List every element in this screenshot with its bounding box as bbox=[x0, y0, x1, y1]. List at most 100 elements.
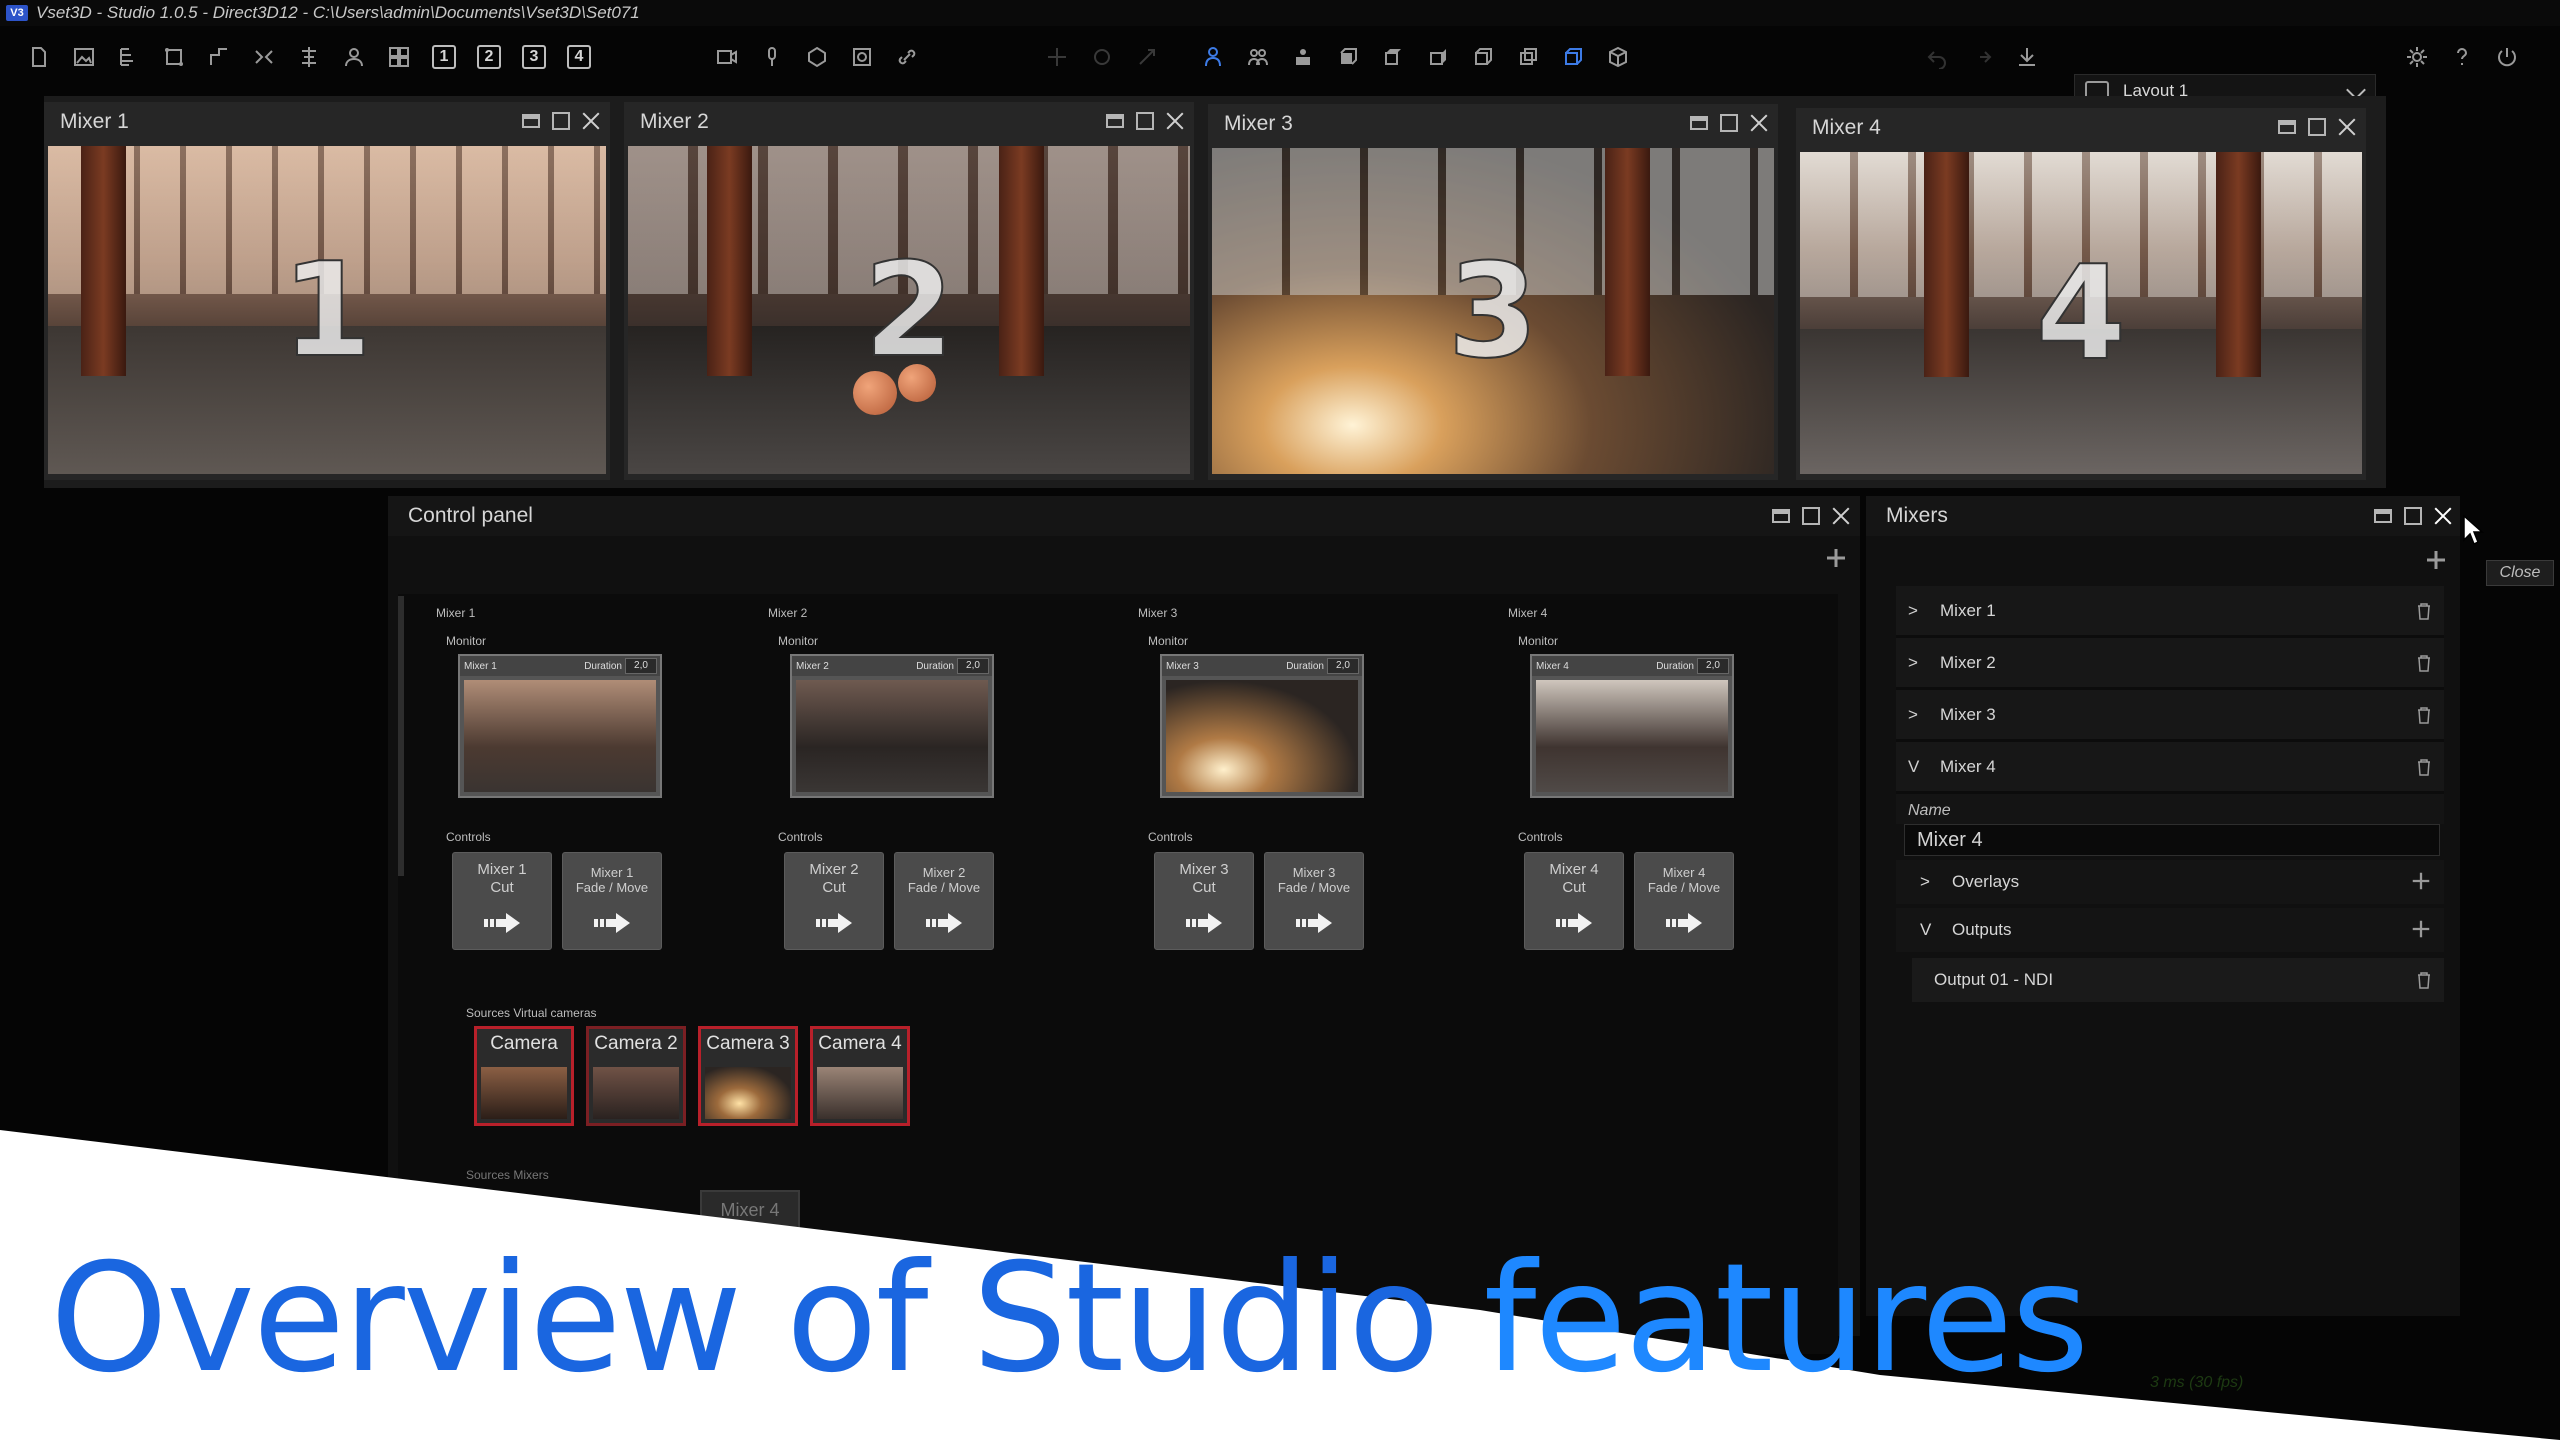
camera-source-1[interactable]: Camera bbox=[474, 1026, 574, 1126]
layout-2-button[interactable]: 2 bbox=[472, 40, 506, 74]
minimize-icon[interactable] bbox=[522, 114, 540, 128]
maximize-icon[interactable] bbox=[1720, 114, 1738, 132]
add-output-icon[interactable] bbox=[2410, 918, 2432, 940]
cube-blue-icon[interactable] bbox=[1556, 40, 1590, 74]
actors-icon[interactable] bbox=[1241, 40, 1275, 74]
mixer-cut-button[interactable]: Mixer 1 Cut bbox=[452, 852, 552, 950]
align-icon[interactable] bbox=[292, 40, 326, 74]
redo-icon[interactable] bbox=[1965, 40, 1999, 74]
minimize-icon[interactable] bbox=[1772, 509, 1790, 523]
mixer-cut-button[interactable]: Mixer 4 Cut bbox=[1524, 852, 1624, 950]
cube-back-icon[interactable] bbox=[1466, 40, 1500, 74]
close-icon[interactable] bbox=[1750, 114, 1768, 132]
minimize-icon[interactable] bbox=[2374, 509, 2392, 523]
layout-1-button[interactable]: 1 bbox=[427, 40, 461, 74]
add-overlay-icon[interactable] bbox=[2410, 870, 2432, 892]
box-icon[interactable] bbox=[1601, 40, 1635, 74]
hierarchy-icon[interactable] bbox=[112, 40, 146, 74]
mixer-viewport[interactable]: 1 bbox=[48, 146, 606, 474]
mixer-viewport[interactable]: 3 bbox=[1212, 148, 1774, 474]
maximize-icon[interactable] bbox=[2308, 118, 2326, 136]
split-icon[interactable] bbox=[247, 40, 281, 74]
cube-side-icon[interactable] bbox=[1421, 40, 1455, 74]
mixer-fade-button[interactable]: Mixer 4 Fade / Move bbox=[1634, 852, 1734, 950]
undo-icon[interactable] bbox=[1920, 40, 1954, 74]
texture-icon[interactable] bbox=[845, 40, 879, 74]
transform-icon[interactable] bbox=[157, 40, 191, 74]
mixer-viewport[interactable]: 2 bbox=[628, 146, 1190, 474]
duration-label: Duration bbox=[1656, 660, 1694, 672]
actor-blue-icon[interactable] bbox=[1196, 40, 1230, 74]
close-icon[interactable] bbox=[582, 112, 600, 130]
download-icon[interactable] bbox=[2010, 40, 2044, 74]
microphone-icon[interactable] bbox=[755, 40, 789, 74]
close-icon[interactable] bbox=[2434, 507, 2452, 525]
move-icon[interactable] bbox=[1040, 40, 1074, 74]
path-icon[interactable] bbox=[202, 40, 236, 74]
object-icon[interactable] bbox=[800, 40, 834, 74]
monitor-preview[interactable]: Mixer 3 Duration 2,0 bbox=[1160, 654, 1364, 798]
mixer-fade-button[interactable]: Mixer 3 Fade / Move bbox=[1264, 852, 1364, 950]
group-icon[interactable] bbox=[1286, 40, 1320, 74]
link-icon[interactable] bbox=[890, 40, 924, 74]
camera-source-4[interactable]: Camera 4 bbox=[810, 1026, 910, 1126]
power-icon[interactable] bbox=[2490, 40, 2524, 74]
rotate-icon[interactable] bbox=[1085, 40, 1119, 74]
help-icon[interactable] bbox=[2445, 40, 2479, 74]
overlays-section[interactable]: > Overlays bbox=[1896, 860, 2444, 904]
mixer-window-1: Mixer 1 1 bbox=[44, 102, 610, 480]
mixer-list-item-1[interactable]: > Mixer 1 bbox=[1896, 586, 2444, 638]
scale-icon[interactable] bbox=[1130, 40, 1164, 74]
maximize-icon[interactable] bbox=[1136, 112, 1154, 130]
mixer-fade-button[interactable]: Mixer 2 Fade / Move bbox=[894, 852, 994, 950]
monitor-preview[interactable]: Mixer 4 Duration 2,0 bbox=[1530, 654, 1734, 798]
cube-front-icon[interactable] bbox=[1331, 40, 1365, 74]
vertical-scrollbar[interactable] bbox=[398, 596, 404, 876]
cube-bottom-icon[interactable] bbox=[1511, 40, 1545, 74]
video-camera-icon[interactable] bbox=[710, 40, 744, 74]
mixer-list-item-2[interactable]: > Mixer 2 bbox=[1896, 638, 2444, 690]
mixer-source-partial[interactable]: Mixer 4 bbox=[700, 1190, 800, 1230]
trash-icon[interactable] bbox=[2416, 706, 2432, 724]
minimize-icon[interactable] bbox=[1106, 114, 1124, 128]
minimize-icon[interactable] bbox=[1690, 116, 1708, 130]
grid-icon[interactable] bbox=[382, 40, 416, 74]
settings-icon[interactable] bbox=[2400, 40, 2434, 74]
trash-icon[interactable] bbox=[2416, 758, 2432, 776]
monitor-preview[interactable]: Mixer 1 Duration 2,0 bbox=[458, 654, 662, 798]
close-icon[interactable] bbox=[1166, 112, 1184, 130]
trash-icon[interactable] bbox=[2416, 602, 2432, 620]
duration-input[interactable]: 2,0 bbox=[625, 658, 657, 674]
user-icon[interactable] bbox=[337, 40, 371, 74]
maximize-icon[interactable] bbox=[1802, 507, 1820, 525]
trash-icon[interactable] bbox=[2416, 654, 2432, 672]
duration-input[interactable]: 2,0 bbox=[1697, 658, 1729, 674]
mixer-cut-button[interactable]: Mixer 2 Cut bbox=[784, 852, 884, 950]
maximize-icon[interactable] bbox=[552, 112, 570, 130]
layout-3-button[interactable]: 3 bbox=[517, 40, 551, 74]
image-icon[interactable] bbox=[67, 40, 101, 74]
duration-input[interactable]: 2,0 bbox=[957, 658, 989, 674]
cube-top-icon[interactable] bbox=[1376, 40, 1410, 74]
mixer-fade-button[interactable]: Mixer 1 Fade / Move bbox=[562, 852, 662, 950]
mixer-viewport[interactable]: 4 bbox=[1800, 152, 2362, 474]
close-icon[interactable] bbox=[2338, 118, 2356, 136]
add-mixer-icon[interactable] bbox=[2424, 548, 2448, 577]
maximize-icon[interactable] bbox=[2404, 507, 2422, 525]
add-icon[interactable] bbox=[1824, 546, 1848, 575]
output-list-item[interactable]: Output 01 - NDI bbox=[1912, 958, 2444, 1002]
mixer-cut-button[interactable]: Mixer 3 Cut bbox=[1154, 852, 1254, 950]
mixer-list-item-4[interactable]: V Mixer 4 bbox=[1896, 742, 2444, 794]
camera-source-2[interactable]: Camera 2 bbox=[586, 1026, 686, 1126]
outputs-section[interactable]: V Outputs bbox=[1896, 908, 2444, 952]
close-icon[interactable] bbox=[1832, 507, 1850, 525]
trash-icon[interactable] bbox=[2416, 971, 2432, 989]
layout-4-button[interactable]: 4 bbox=[562, 40, 596, 74]
new-file-icon[interactable] bbox=[22, 40, 56, 74]
camera-source-3[interactable]: Camera 3 bbox=[698, 1026, 798, 1126]
mixer-list-item-3[interactable]: > Mixer 3 bbox=[1896, 690, 2444, 742]
duration-input[interactable]: 2,0 bbox=[1327, 658, 1359, 674]
mixer-name-input[interactable]: Mixer 4 bbox=[1904, 824, 2440, 856]
minimize-icon[interactable] bbox=[2278, 120, 2296, 134]
monitor-preview[interactable]: Mixer 2 Duration 2,0 bbox=[790, 654, 994, 798]
